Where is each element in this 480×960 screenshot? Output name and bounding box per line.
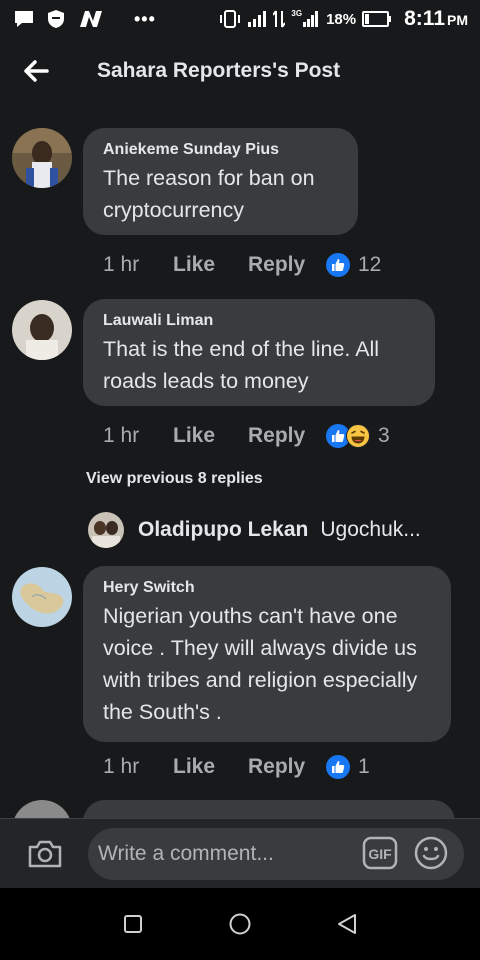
comment-time: 1 hr [103, 755, 140, 778]
reply-preview[interactable]: Oladipupo Lekan Ugochuk... [88, 512, 421, 548]
comment-text: The reason for ban on cryptocurrency [103, 166, 315, 222]
battery-icon [362, 10, 392, 28]
comment-bubble[interactable] [83, 800, 455, 818]
n-logo-icon [78, 10, 104, 28]
comment-input[interactable] [88, 828, 464, 880]
emoji-button[interactable] [414, 836, 448, 875]
reply-button[interactable]: Reply [248, 755, 326, 779]
header: Sahara Reporters's Post [0, 38, 480, 104]
back-button[interactable] [0, 38, 72, 104]
reactions[interactable]: 1 [326, 755, 370, 779]
comment-author[interactable]: Hery Switch [103, 578, 431, 598]
camera-icon [28, 840, 62, 867]
data-arrows-icon [273, 9, 286, 29]
avatar[interactable] [12, 300, 72, 360]
reply-button[interactable]: Reply [248, 253, 326, 277]
comment-time: 1 hr [103, 253, 140, 276]
reaction-count: 3 [378, 424, 390, 447]
comments-list: Aniekeme Sunday Pius The reason for ban … [0, 104, 480, 818]
comment-meta: 1 hr Like Reply 12 [103, 250, 381, 280]
avatar[interactable] [12, 128, 72, 188]
shield-icon [46, 9, 66, 29]
comment-bubble[interactable]: Lauwali Liman That is the end of the lin… [83, 299, 435, 406]
arrow-left-icon [24, 60, 49, 82]
reply-snippet: Ugochuk... [320, 518, 421, 541]
page-title: Sahara Reporters's Post [97, 59, 341, 82]
comment-composer: GIF [0, 818, 480, 888]
like-button[interactable]: Like [173, 253, 248, 277]
comment-author[interactable]: Aniekeme Sunday Pius [103, 140, 338, 160]
comment-text: That is the end of the line. All roads l… [103, 337, 380, 393]
like-button[interactable]: Like [173, 424, 248, 448]
comment-text: Nigerian youths can't have one voice . T… [103, 604, 418, 724]
like-button[interactable]: Like [173, 755, 248, 779]
status-bar: ••• 3G 18% 8:11 PM [0, 0, 480, 38]
battery-percent: 18% [326, 10, 357, 28]
smiley-icon [414, 836, 448, 870]
view-previous-replies[interactable]: View previous 8 replies [86, 470, 263, 488]
back-triangle-icon [337, 914, 356, 934]
like-reaction-icon [326, 755, 350, 779]
clock-time: 8:11 [404, 7, 445, 30]
comment-bubble[interactable]: Aniekeme Sunday Pius The reason for ban … [83, 128, 358, 235]
reply-author: Oladipupo Lekan [138, 518, 309, 541]
gif-button[interactable]: GIF [362, 836, 398, 875]
more-dots-icon: ••• [134, 8, 156, 29]
reply-button[interactable]: Reply [248, 424, 326, 448]
vibrate-icon [219, 9, 241, 29]
camera-button[interactable] [0, 819, 90, 889]
comment-bubble[interactable]: Hery Switch Nigerian youths can't have o… [83, 566, 451, 742]
back-nav-button[interactable] [327, 904, 367, 944]
reactions[interactable]: 12 [326, 253, 381, 277]
clock-ampm: PM [447, 12, 468, 28]
signal-3g-icon: 3G [291, 9, 320, 28]
avatar[interactable] [12, 567, 72, 627]
recent-apps-icon [124, 915, 143, 933]
clock: 8:11 PM [404, 7, 468, 31]
home-button[interactable] [220, 904, 260, 944]
signal-icon [247, 10, 267, 28]
like-reaction-icon [326, 253, 350, 277]
reactions[interactable]: 3 [326, 424, 390, 448]
comment-meta: 1 hr Like Reply 3 [103, 421, 390, 451]
avatar [88, 512, 124, 548]
gif-label: GIF [368, 846, 392, 862]
system-nav-bar [0, 888, 480, 960]
comment-author[interactable]: Lauwali Liman [103, 311, 415, 331]
comment-meta: 1 hr Like Reply 1 [103, 752, 370, 782]
haha-reaction-icon [346, 424, 370, 448]
recent-apps-button[interactable] [113, 904, 153, 944]
avatar[interactable] [12, 800, 72, 818]
chat-bubble-icon [14, 10, 34, 28]
home-icon [229, 913, 251, 935]
comment-time: 1 hr [103, 424, 140, 447]
reaction-count: 12 [358, 253, 382, 276]
reaction-count: 1 [358, 755, 370, 778]
